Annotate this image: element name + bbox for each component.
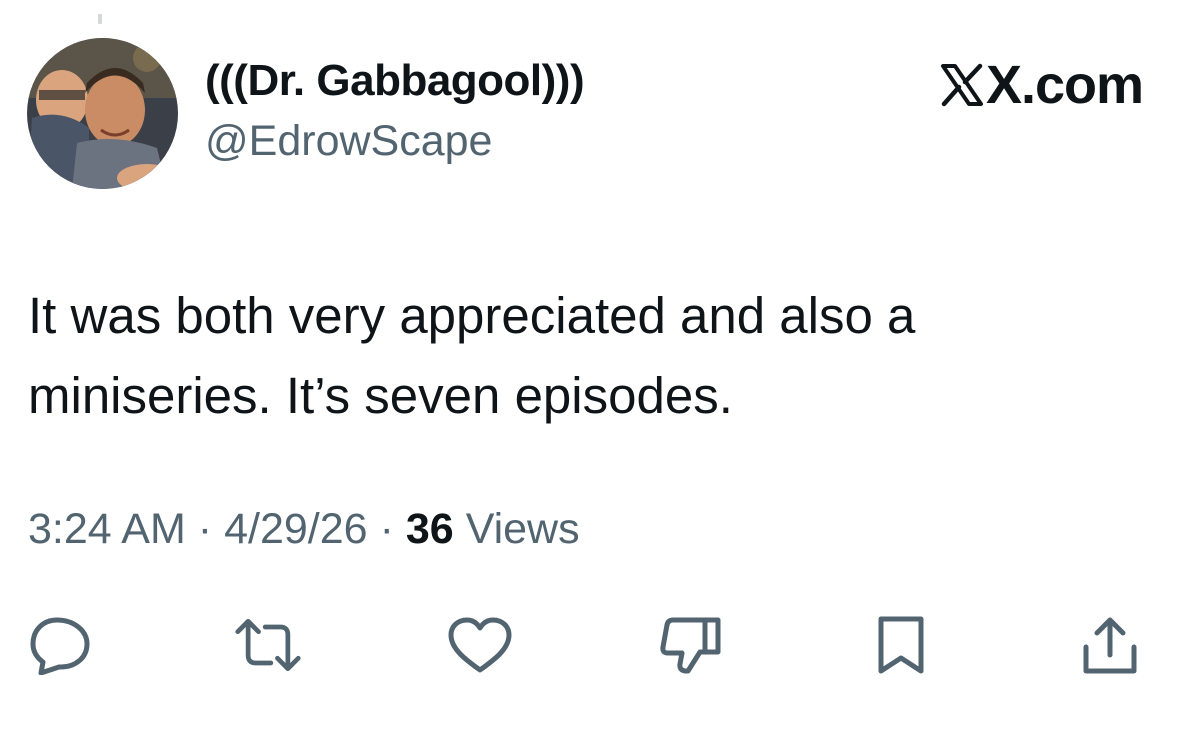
tweet-text: It was both very appreciated and also a … [28, 276, 1128, 436]
top-tick-mark [98, 14, 102, 24]
reply-icon [30, 617, 90, 675]
reply-button[interactable] [25, 610, 95, 680]
meta-separator: · [197, 505, 213, 553]
tweet-time[interactable]: 3:24 AM [28, 505, 186, 553]
bookmark-icon [878, 616, 924, 674]
tweet-text-line: miniseries. It’s seven episodes. [28, 367, 733, 424]
like-button[interactable] [445, 610, 515, 680]
display-name[interactable]: (((Dr. Gabbagool))) [205, 56, 585, 106]
share-icon [1083, 617, 1137, 674]
x-logo-icon [940, 63, 984, 107]
views-count: 36 [405, 505, 454, 553]
tweet-date[interactable]: 4/29/26 [224, 505, 367, 553]
heart-icon [448, 617, 512, 673]
share-button[interactable] [1075, 610, 1145, 680]
brand-label: X.com [986, 55, 1144, 115]
avatar[interactable] [27, 38, 178, 189]
tweet-text-line: It was both very appreciated and also a [28, 287, 916, 344]
profile-photo [27, 38, 178, 189]
views-label: Views [465, 505, 580, 553]
user-handle[interactable]: @EdrowScape [205, 117, 492, 166]
thumbs-down-icon [660, 617, 721, 674]
bookmark-button[interactable] [866, 610, 936, 680]
meta-separator: · [379, 505, 394, 553]
retweet-button[interactable] [233, 610, 303, 680]
retweet-icon [235, 618, 301, 672]
dislike-button[interactable] [656, 610, 726, 680]
brand-watermark: X.com [940, 55, 1144, 115]
tweet-meta: 3:24 AM · 4/29/26 · 36 Views [28, 505, 580, 554]
